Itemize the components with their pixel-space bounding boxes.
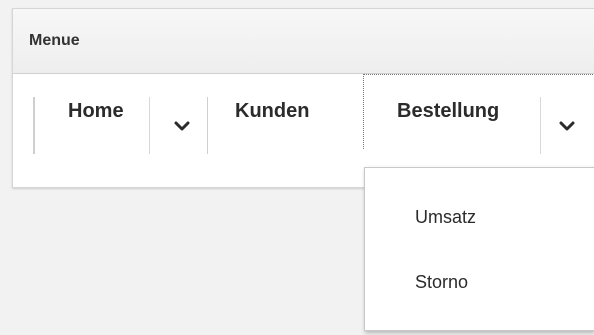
menubar-separator: [33, 97, 35, 154]
menu-item-kunden[interactable]: Kunden: [235, 74, 309, 149]
home-submenu-toggle[interactable]: [161, 97, 203, 154]
split-divider: [540, 97, 541, 154]
bestellung-submenu-toggle[interactable]: [547, 97, 587, 154]
split-divider: [149, 97, 150, 154]
menu-header: Menue: [13, 9, 594, 74]
menubar-separator: [207, 97, 208, 154]
bestellung-dropdown: Umsatz Storno: [364, 167, 594, 331]
menu-title: Menue: [29, 32, 80, 49]
submenu-item-storno[interactable]: Storno: [415, 272, 468, 293]
chevron-down-icon: [559, 121, 575, 130]
menu-item-home[interactable]: Home: [68, 74, 124, 149]
page-background: Menue Home Kunden Bestellung Umsatz Stor…: [0, 0, 594, 335]
chevron-down-icon: [174, 121, 190, 130]
menu-item-bestellung[interactable]: Bestellung: [397, 74, 499, 149]
submenu-item-umsatz[interactable]: Umsatz: [415, 207, 476, 228]
menu-panel: Menue Home Kunden Bestellung: [12, 8, 594, 188]
